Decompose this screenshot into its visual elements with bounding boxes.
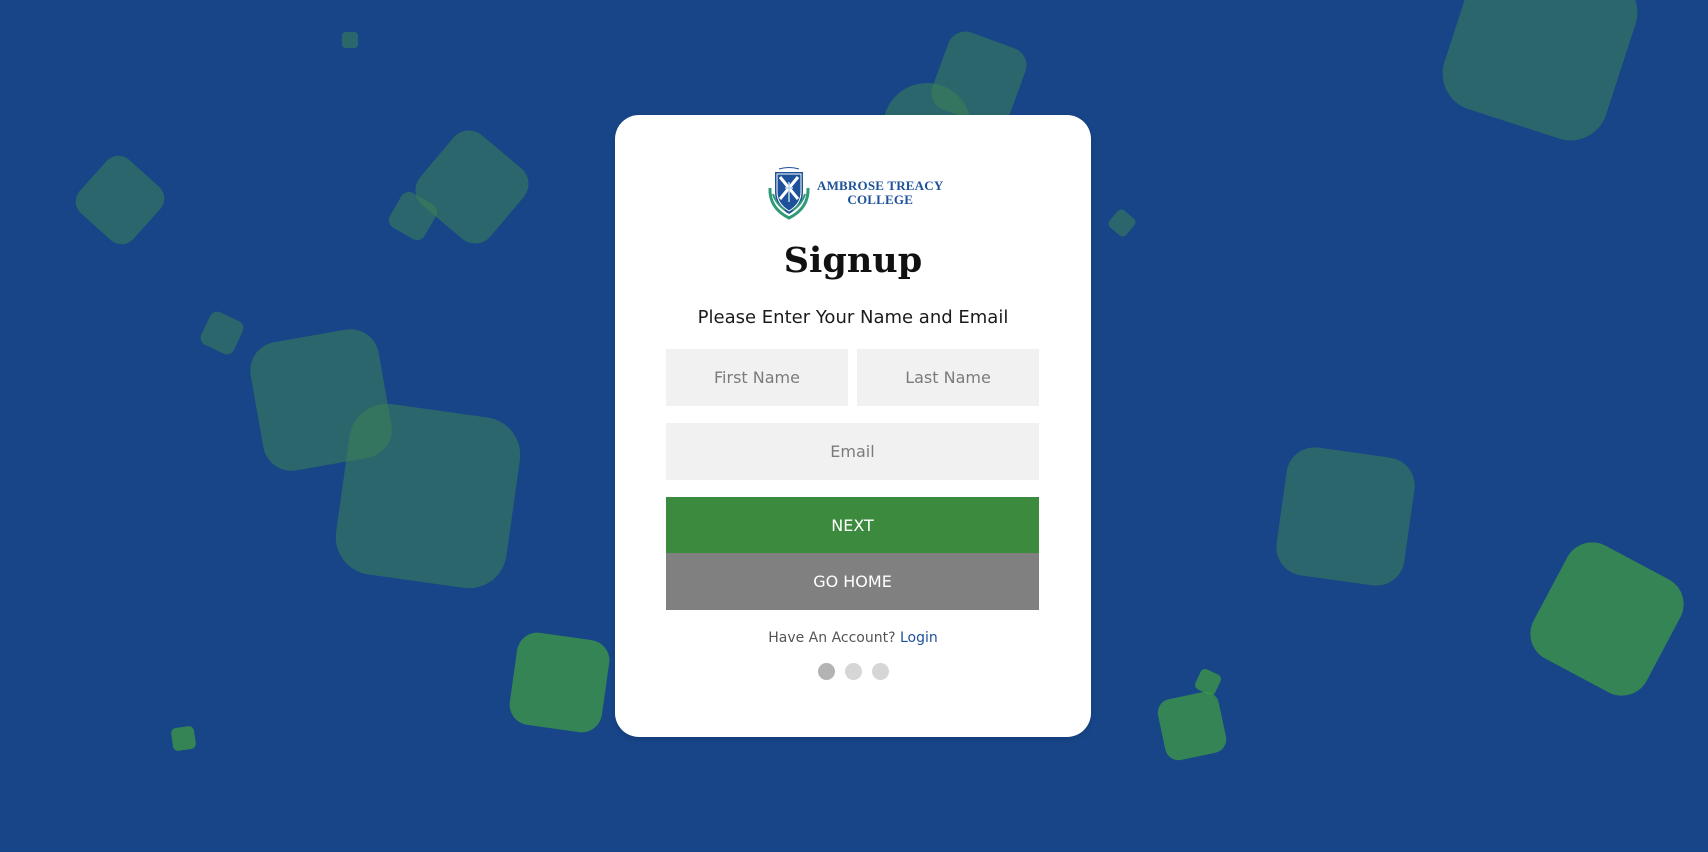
college-logo: AMBROSE TREACY COLLEGE (767, 165, 943, 220)
background-square (1155, 689, 1229, 763)
step-dot[interactable] (817, 663, 835, 680)
form-instructions: Please Enter Your Name and Email (697, 307, 1009, 328)
background-square (170, 725, 197, 752)
background-square (506, 629, 613, 736)
step-indicator (615, 663, 1091, 680)
background-square (1272, 443, 1419, 590)
background-square (198, 309, 246, 357)
next-button[interactable]: NEXT (666, 497, 1039, 553)
background-square (1106, 207, 1138, 239)
college-crest-icon (768, 166, 810, 220)
last-name-input[interactable] (857, 349, 1039, 406)
background-square (1520, 532, 1694, 706)
account-question: Have An Account? (768, 630, 896, 646)
first-name-input[interactable] (666, 349, 848, 406)
college-name-line1: AMBROSE TREACY (817, 177, 944, 193)
step-dot[interactable] (844, 663, 862, 680)
college-name: AMBROSE TREACY COLLEGE (817, 177, 944, 207)
login-link[interactable]: Login (900, 630, 938, 646)
background-square (1432, 0, 1648, 151)
email-input[interactable] (666, 423, 1039, 480)
college-name-line2: COLLEGE (847, 191, 914, 207)
background-square (342, 32, 358, 48)
login-prompt: Have An Account? Login (615, 629, 1091, 647)
page-title: Signup (783, 240, 923, 281)
go-home-button[interactable]: GO HOME (666, 553, 1039, 610)
step-dot[interactable] (871, 663, 889, 680)
background-square (330, 398, 526, 594)
signup-card: AMBROSE TREACY COLLEGE Signup Please Ent… (615, 115, 1091, 737)
background-square (69, 149, 171, 251)
